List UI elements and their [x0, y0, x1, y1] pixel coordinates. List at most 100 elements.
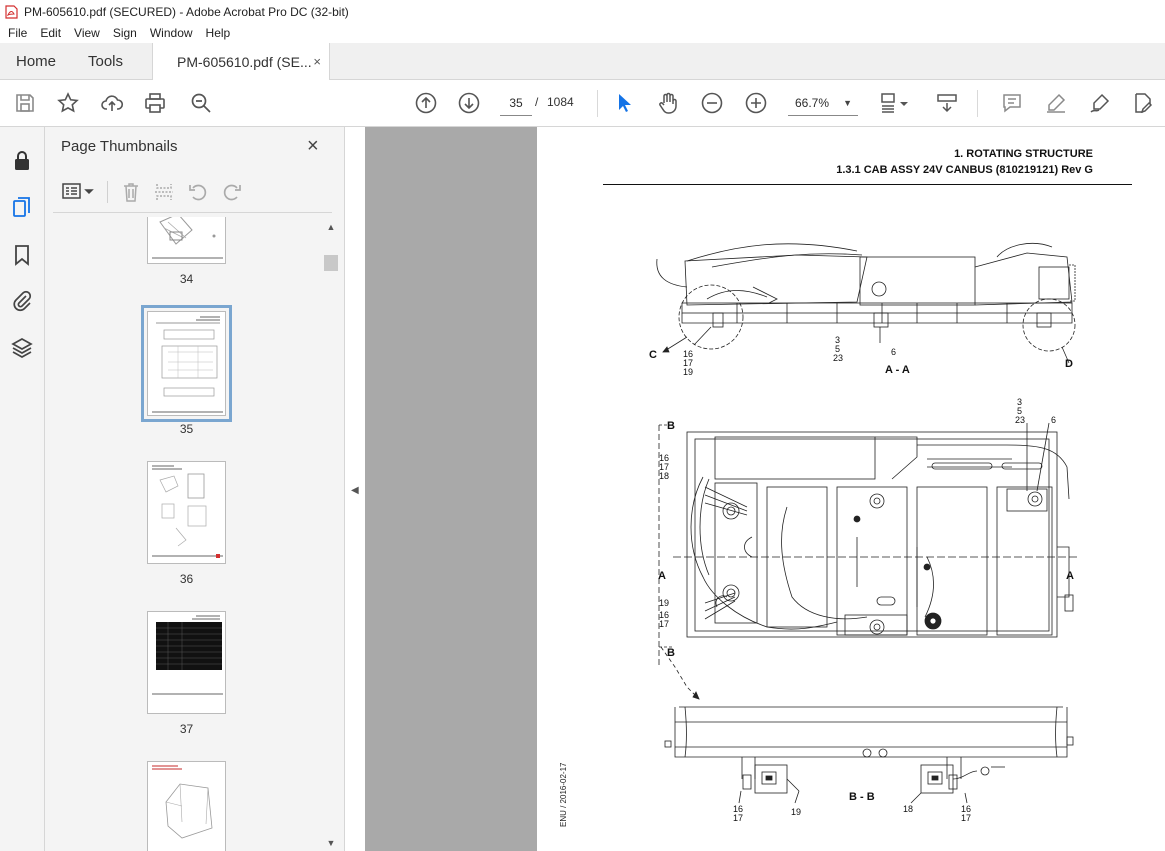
callout-23: 23 — [1015, 415, 1026, 425]
thumbnail-page-38[interactable] — [147, 761, 226, 851]
thumbnail-drawing — [152, 465, 223, 558]
thumbnail-drawing — [152, 316, 223, 413]
scroll-mode-icon[interactable] — [935, 91, 959, 115]
callout-23: 23 — [833, 353, 844, 363]
hand-tool-icon[interactable] — [656, 91, 680, 115]
thumbnail-page-number: 34 — [179, 272, 194, 286]
panel-divider — [53, 212, 332, 213]
chevron-down-icon: ▼ — [843, 98, 852, 108]
tab-bar: Home Tools PM-605610.pdf (SE... × — [0, 43, 1165, 80]
callout-19: 19 — [791, 807, 802, 817]
edit-document-icon[interactable] — [1131, 91, 1155, 115]
zoom-level-value: 66.7% — [795, 96, 830, 110]
title-bar: PM-605610.pdf (SECURED) - Adobe Acrobat … — [0, 0, 1165, 23]
panel-collapse-handle[interactable]: ◀ — [345, 127, 365, 851]
callout-6: 6 — [1051, 415, 1057, 425]
thumbnail-options-menu-icon[interactable] — [61, 181, 95, 203]
thumbnail-drawing — [152, 615, 223, 695]
toolbar-divider — [977, 90, 978, 117]
technical-drawing — [656, 243, 1077, 804]
view-bb-drawing — [664, 706, 1074, 804]
thumbnail-page-number: 35 — [179, 422, 194, 436]
section-label-a: A — [658, 570, 666, 582]
next-page-icon[interactable] — [457, 91, 481, 115]
previous-page-icon[interactable] — [414, 91, 438, 115]
menu-bar: File Edit View Sign Window Help — [0, 23, 1165, 43]
comment-icon[interactable] — [1000, 91, 1024, 115]
thumbnail-page-34[interactable] — [147, 217, 226, 264]
tab-document[interactable]: PM-605610.pdf (SE... × — [152, 43, 330, 80]
viewer-background — [365, 127, 537, 851]
save-icon[interactable] — [13, 91, 37, 115]
bookmark-icon[interactable] — [10, 243, 34, 267]
window-title: PM-605610.pdf (SECURED) - Adobe Acrobat … — [24, 4, 349, 19]
view-aa-drawing — [656, 243, 1076, 364]
star-icon[interactable] — [56, 91, 80, 115]
page-separator: / — [535, 95, 539, 109]
tab-close-icon[interactable]: × — [313, 54, 321, 69]
attachment-paperclip-icon[interactable] — [10, 289, 34, 313]
section-label-a: A — [1066, 570, 1074, 582]
menu-help[interactable]: Help — [206, 26, 231, 40]
document-viewer[interactable]: ◀ 1. ROTATING STRUCTURE 1.3.1 CAB ASSY 2… — [345, 127, 1165, 851]
page-number-input[interactable]: 35 — [500, 90, 532, 116]
toolbar-divider — [597, 90, 598, 117]
tab-tools[interactable]: Tools — [72, 43, 152, 79]
callout-18: 18 — [903, 804, 914, 814]
thumbnail-page-35[interactable] — [141, 305, 232, 422]
acrobat-pdf-icon — [5, 4, 18, 19]
thumbnail-page-number: 36 — [179, 572, 194, 586]
callout-6: 6 — [891, 347, 897, 357]
lock-icon[interactable] — [10, 149, 34, 173]
zoom-level-select[interactable]: 66.7% ▼ — [788, 90, 858, 116]
select-cursor-icon[interactable] — [612, 91, 636, 115]
page-footer-date: ENU / 2016-02-17 — [559, 762, 568, 827]
callout-19: 19 — [659, 598, 670, 608]
menu-window[interactable]: Window — [150, 26, 193, 40]
thumbnail-drawing — [152, 765, 213, 839]
print-icon[interactable] — [143, 91, 167, 115]
rotate-clockwise-icon[interactable] — [221, 181, 243, 203]
cloud-upload-icon[interactable] — [100, 91, 124, 115]
panel-title: Page Thumbnails — [61, 138, 178, 155]
thumbnail-list: 34 35 36 37 — [45, 217, 322, 851]
callout-17: 17 — [733, 813, 744, 823]
menu-edit[interactable]: Edit — [40, 26, 61, 40]
plan-view-drawing — [658, 422, 1077, 700]
highlight-pen-icon[interactable] — [1044, 91, 1068, 115]
left-navigation-rail — [0, 127, 45, 851]
layers-icon[interactable] — [10, 336, 34, 360]
pdf-page: 1. ROTATING STRUCTURE 1.3.1 CAB ASSY 24V… — [537, 127, 1165, 851]
menu-file[interactable]: File — [8, 26, 27, 40]
thumbnail-page-37[interactable] — [147, 611, 226, 714]
collapse-arrow-icon: ◀ — [351, 485, 359, 496]
thumbnail-page-number: 37 — [179, 722, 194, 736]
callout-17: 17 — [659, 619, 670, 629]
fit-dropdown-chevron-icon[interactable] — [897, 91, 911, 115]
rotate-counterclockwise-icon[interactable] — [187, 181, 209, 203]
thumbnail-page-36[interactable] — [147, 461, 226, 564]
menu-view[interactable]: View — [74, 26, 100, 40]
panel-close-icon[interactable]: × — [307, 135, 319, 158]
thumbnail-scrollbar[interactable] — [323, 219, 339, 851]
detail-label-d: D — [1065, 358, 1073, 370]
delete-trash-icon[interactable] — [120, 181, 142, 203]
detail-label-c: C — [649, 349, 657, 361]
scroll-down-arrow-icon[interactable]: ▼ — [323, 835, 339, 851]
page-thumbnails-panel: Page Thumbnails × 34 35 36 37 ▲ ▼ — [45, 127, 345, 851]
zoom-search-icon[interactable] — [189, 91, 213, 115]
extract-pages-icon[interactable] — [153, 181, 175, 203]
zoom-in-icon[interactable] — [744, 91, 768, 115]
callout-19: 19 — [683, 367, 694, 377]
section-label-b: B — [667, 647, 675, 659]
scrollbar-thumb[interactable] — [324, 255, 338, 271]
menu-sign[interactable]: Sign — [113, 26, 137, 40]
page-total: 1084 — [547, 95, 574, 109]
scroll-up-arrow-icon[interactable]: ▲ — [323, 219, 339, 235]
sign-pen-icon[interactable] — [1088, 91, 1112, 115]
tab-home[interactable]: Home — [0, 43, 72, 79]
zoom-out-icon[interactable] — [700, 91, 724, 115]
page-thumbnails-icon[interactable] — [10, 195, 34, 219]
tab-document-label: PM-605610.pdf (SE... — [177, 53, 312, 70]
view-label-bb: B - B — [849, 791, 875, 803]
